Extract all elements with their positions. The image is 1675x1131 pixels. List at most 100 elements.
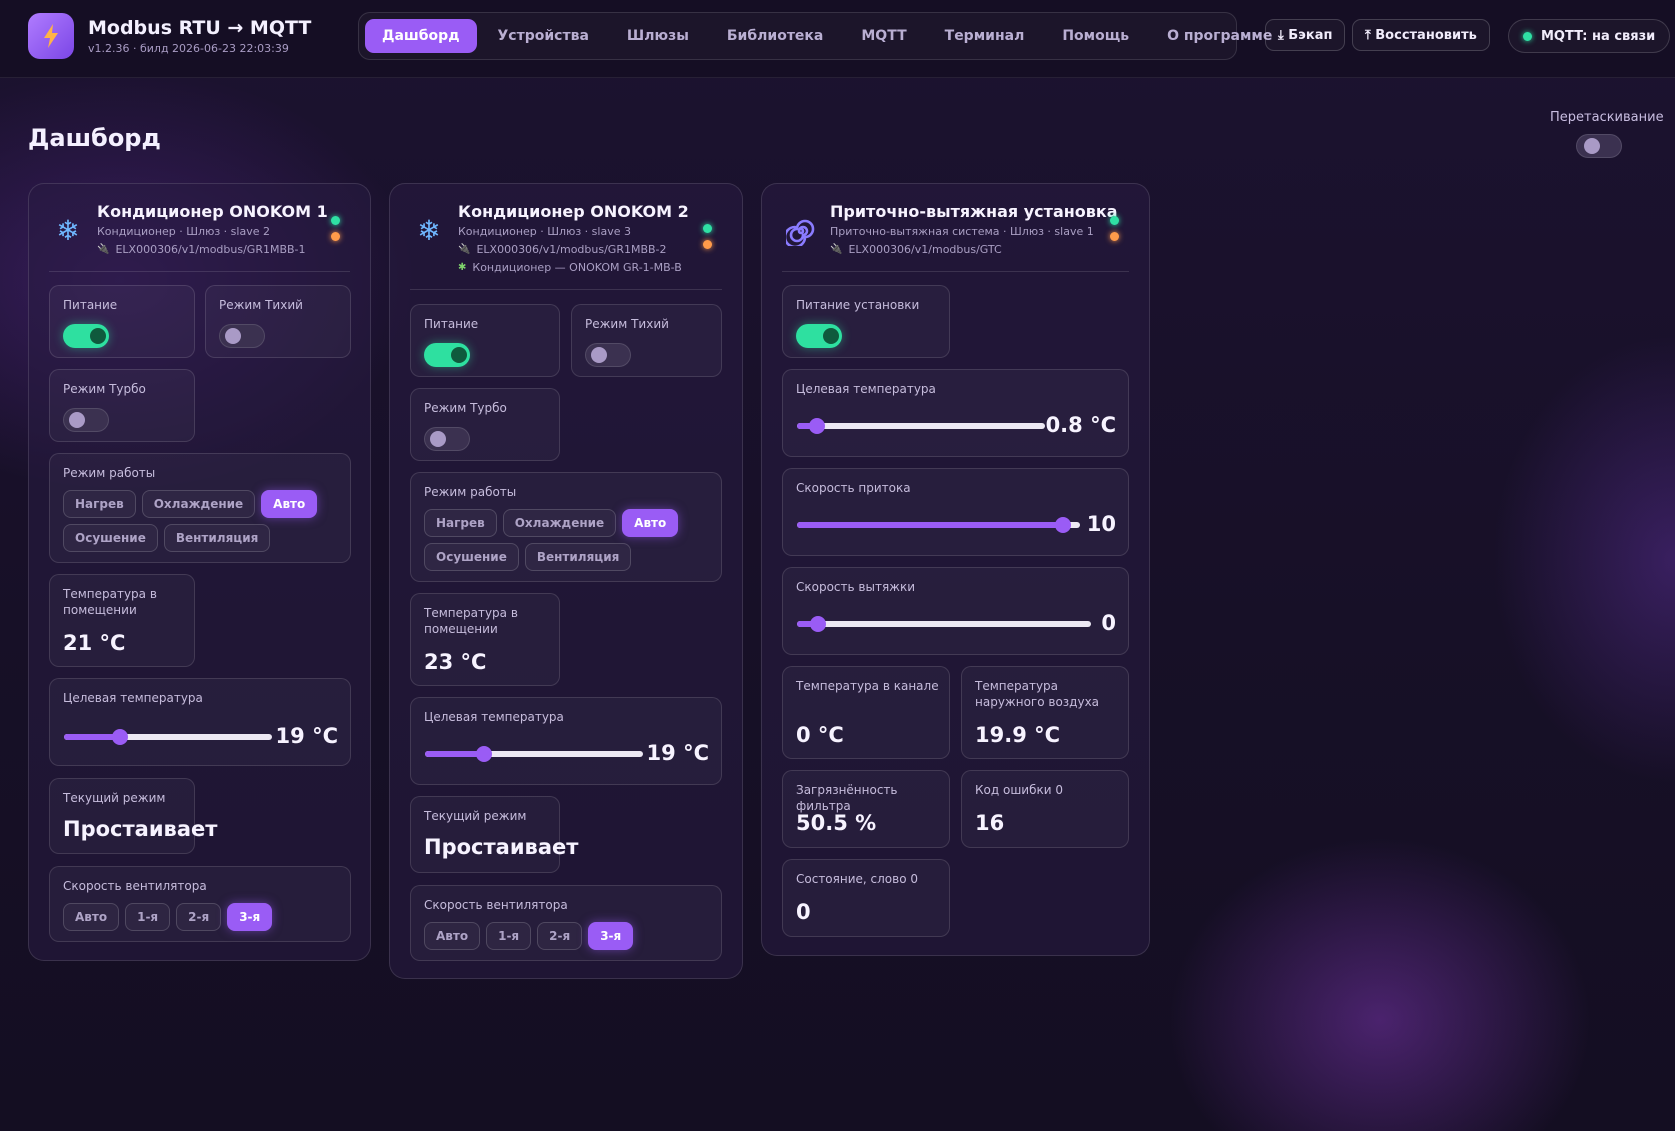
fan-auto-button[interactable]: Авто [63, 903, 120, 931]
mode-auto-button[interactable]: Авто [261, 490, 318, 518]
plug-icon: 🔌 [97, 244, 110, 255]
room-temp-widget: Температура в помещении 21 °C [49, 574, 195, 667]
widget-label: Режим работы [63, 466, 156, 480]
mode-widget: Режим работы Нагрев Охлаждение Авто Осуш… [49, 453, 351, 563]
widget-label: Температура в канале [796, 679, 939, 693]
backup-button[interactable]: ⤓ Бэкап [1265, 19, 1346, 51]
power-widget: Питание [49, 285, 195, 358]
tab-dashboard[interactable]: Дашборд [365, 19, 477, 53]
mqtt-topic: ELX000306/v1/modbus/GTC [848, 243, 1002, 256]
unit-power-toggle[interactable] [796, 324, 842, 348]
tab-mqtt[interactable]: MQTT [844, 19, 923, 53]
tab-gateways[interactable]: Шлюзы [610, 19, 706, 53]
tab-terminal[interactable]: Терминал [928, 19, 1042, 53]
duct-temp-value: 0 °C [796, 723, 844, 747]
exhaust-speed-slider[interactable] [797, 616, 1091, 632]
widget-label: Скорость вытяжки [796, 580, 916, 594]
duct-temp-widget: Температура в канале 0 °C [782, 666, 950, 759]
current-mode-value: Простаивает [424, 835, 579, 859]
app-version: v1.2.36 · билд 2026-06-23 22:03:39 [88, 42, 289, 55]
supply-speed-slider[interactable] [797, 517, 1080, 533]
outdoor-temp-value: 19.9 °C [975, 723, 1061, 747]
fan-speed-3-button[interactable]: 3-я [588, 922, 634, 950]
current-mode-widget: Текущий режим Простаивает [410, 796, 578, 873]
widget-label: Состояние, слово 0 [796, 872, 918, 886]
top-bar: Modbus RTU → MQTT v1.2.36 · билд 2026-06… [0, 0, 1675, 78]
current-mode-widget: Текущий режим Простаивает [49, 778, 217, 854]
slider-thumb[interactable] [112, 729, 129, 745]
widget-label: Текущий режим [424, 809, 527, 823]
restore-button[interactable]: ⤒ Восстановить [1352, 19, 1490, 51]
template-line: ✱ Кондиционер — ONOKOM GR-1-MB-B [458, 261, 682, 274]
divider [410, 289, 722, 290]
widget-label: Код ошибки 0 [975, 783, 1063, 797]
slider-thumb[interactable] [1055, 517, 1072, 533]
mode-fan-button[interactable]: Вентиляция [524, 543, 632, 571]
filter-value: 50.5 % [796, 811, 877, 835]
fan-speed-1-button[interactable]: 1-я [125, 903, 171, 931]
activity-dot-icon [331, 232, 340, 241]
mode-heat-button[interactable]: Нагрев [424, 509, 497, 537]
activity-dot-icon [1110, 232, 1119, 241]
mode-heat-button[interactable]: Нагрев [63, 490, 136, 518]
mode-fan-button[interactable]: Вентиляция [163, 524, 271, 552]
widget-label: Питание [424, 317, 479, 331]
widget-label: Питание [63, 298, 118, 312]
mode-dry-button[interactable]: Осушение [63, 524, 158, 552]
fan-speed-2-button[interactable]: 2-я [537, 922, 583, 950]
widget-label: Загрязнённость фильтра [796, 783, 898, 813]
quiet-toggle[interactable] [219, 324, 265, 348]
fan-speed-1-button[interactable]: 1-я [486, 922, 532, 950]
slider-thumb[interactable] [809, 616, 826, 632]
mqtt-status-text: MQTT: на связи [1541, 28, 1656, 44]
mode-selector: Нагрев Охлаждение Авто Осушение Вентиляц… [63, 490, 340, 552]
target-temp-value: 0.8 °C [1045, 413, 1116, 437]
topic-line: 🔌 ELX000306/v1/modbus/GTC [830, 243, 1002, 256]
drag-toggle[interactable] [1576, 134, 1622, 158]
supply-speed-widget: Скорость притока 10 [782, 468, 1129, 556]
fan-auto-button[interactable]: Авто [424, 922, 481, 950]
status-dots [703, 224, 712, 249]
turbo-toggle[interactable] [63, 408, 109, 432]
mode-auto-button[interactable]: Авто [622, 509, 679, 537]
supply-speed-value: 10 [1086, 512, 1116, 536]
target-temp-slider[interactable] [425, 746, 643, 762]
widget-label: Питание установки [796, 298, 920, 312]
quiet-widget: Режим Тихий [571, 304, 722, 377]
device-template: Кондиционер — ONOKOM GR-1-MB-B [472, 261, 682, 274]
card-title: Кондиционер ONOKOM 1 [97, 202, 328, 221]
tab-library[interactable]: Библиотека [710, 19, 841, 53]
fan-speed-3-button[interactable]: 3-я [227, 903, 273, 931]
tab-devices[interactable]: Устройства [481, 19, 606, 53]
power-toggle[interactable] [63, 324, 109, 348]
widget-label: Температура наружного воздуха [975, 679, 1100, 709]
mode-selector: Нагрев Охлаждение Авто Осушение Вентиляц… [424, 509, 711, 571]
filter-widget: Загрязнённость фильтра 50.5 % [782, 770, 950, 848]
fan-speed-2-button[interactable]: 2-я [176, 903, 222, 931]
snowflake-icon: ❄ [56, 214, 80, 247]
spiral-icon [783, 216, 816, 249]
card-meta: Приточно-вытяжная система · Шлюз · slave… [830, 225, 1094, 238]
turbo-widget: Режим Турбо [410, 388, 560, 461]
mode-cool-button[interactable]: Охлаждение [141, 490, 256, 518]
slider-thumb[interactable] [475, 746, 492, 762]
fan-speed-widget: Скорость вентилятора Авто 1-я 2-я 3-я [410, 885, 722, 961]
target-temp-slider[interactable] [797, 418, 1045, 434]
exhaust-speed-value: 0 [1101, 611, 1116, 635]
mode-dry-button[interactable]: Осушение [424, 543, 519, 571]
activity-dot-icon [703, 240, 712, 249]
target-temp-slider[interactable] [64, 729, 272, 745]
quiet-toggle[interactable] [585, 343, 631, 367]
mode-widget: Режим работы Нагрев Охлаждение Авто Осуш… [410, 472, 722, 582]
widget-label: Режим Тихий [585, 317, 669, 331]
device-card-onokom-2: ❄ Кондиционер ONOKOM 2 Кондиционер · Шлю… [389, 183, 743, 979]
mode-cool-button[interactable]: Охлаждение [502, 509, 617, 537]
turbo-toggle[interactable] [424, 427, 470, 451]
slider-thumb[interactable] [808, 418, 825, 434]
online-dot-icon [703, 224, 712, 233]
room-temp-value: 23 °C [424, 650, 487, 674]
power-toggle[interactable] [424, 343, 470, 367]
tab-help[interactable]: Помощь [1045, 19, 1146, 53]
widget-label: Режим работы [424, 485, 517, 499]
widget-label: Целевая температура [63, 691, 203, 705]
